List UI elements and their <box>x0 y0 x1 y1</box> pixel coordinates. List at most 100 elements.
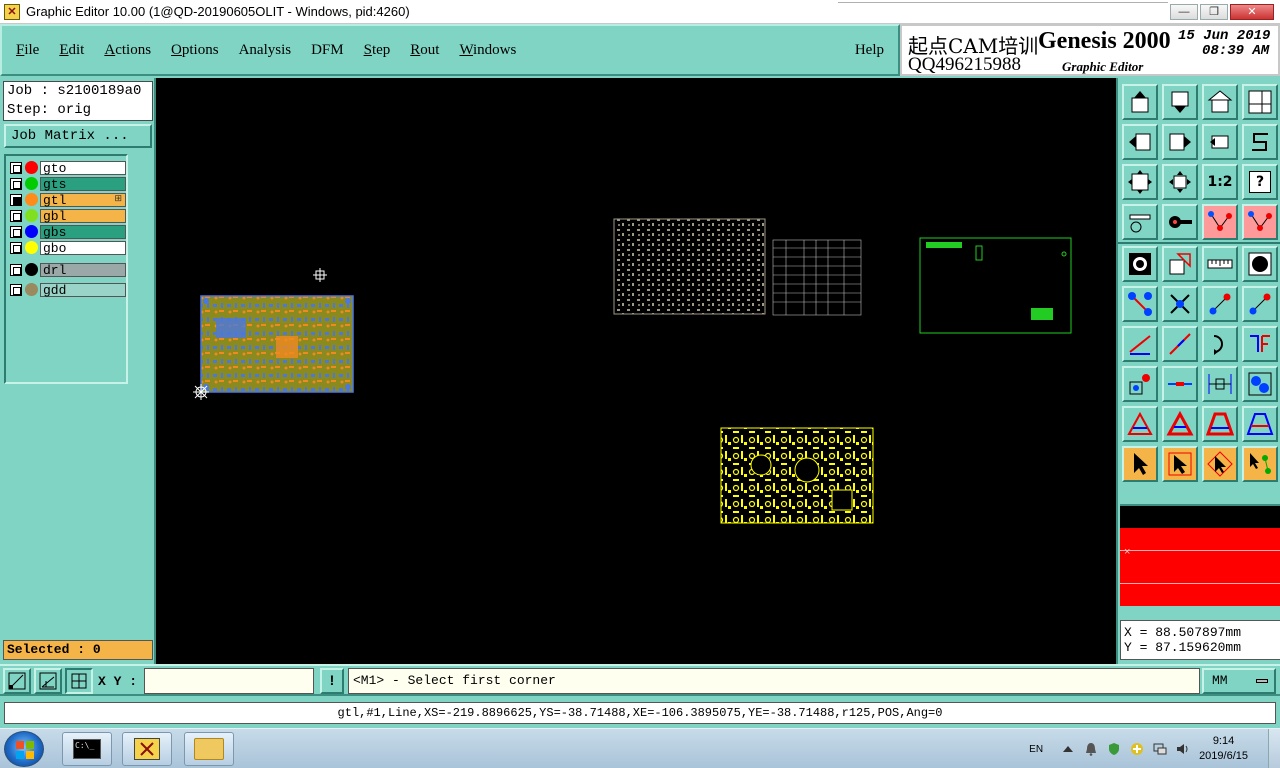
layer-name[interactable]: gtl <box>40 192 126 207</box>
layer-row-gbo[interactable]: gbo <box>8 240 126 255</box>
window-split-button[interactable] <box>1242 84 1278 120</box>
home-button[interactable] <box>1202 84 1238 120</box>
volume-icon[interactable] <box>1176 742 1190 756</box>
menu-help[interactable]: Help <box>855 42 884 59</box>
help-button[interactable]: ? <box>1242 164 1278 200</box>
trapezoid-alt-button[interactable] <box>1242 406 1278 442</box>
layer-row-gbs[interactable]: gbs <box>8 224 126 239</box>
layer-checkbox[interactable] <box>10 241 22 254</box>
layer-checkbox[interactable] <box>10 161 22 174</box>
layer-row-gts[interactable]: gts <box>8 176 126 191</box>
add-pad-button[interactable] <box>1122 366 1158 402</box>
connect-nodes-button[interactable] <box>1122 286 1158 322</box>
menu-step[interactable]: Step <box>364 42 391 59</box>
slash-line-button[interactable] <box>1162 326 1198 362</box>
layer-checkbox[interactable] <box>10 283 22 296</box>
menu-windows[interactable]: Windows <box>459 42 516 59</box>
move-left-button[interactable] <box>1122 124 1158 160</box>
layer-checkbox[interactable] <box>10 177 22 190</box>
line-nodes-alt-button[interactable] <box>1242 286 1278 322</box>
security-shield-icon[interactable] <box>1107 742 1121 756</box>
layer-name[interactable]: gbl <box>40 208 126 223</box>
tool-config-button[interactable] <box>1122 204 1158 240</box>
net-red-alt-button[interactable] <box>1242 204 1278 240</box>
triangle-a-bold-button[interactable] <box>1162 406 1198 442</box>
menu-options[interactable]: Options <box>171 42 219 59</box>
layer-name[interactable]: gto <box>40 160 126 175</box>
language-indicator[interactable]: EN <box>1029 744 1043 755</box>
menu-file[interactable]: File <box>16 42 39 59</box>
command-button[interactable]: ! <box>320 668 344 694</box>
trapezoid-button[interactable] <box>1202 406 1238 442</box>
measure-button[interactable] <box>1202 366 1238 402</box>
select-arrow-button[interactable] <box>1122 446 1158 482</box>
menu-dfm[interactable]: DFM <box>311 42 344 59</box>
snap-grid-button[interactable] <box>65 668 93 694</box>
move-right-icon <box>1166 128 1194 156</box>
layer-name[interactable]: gbo <box>40 240 126 255</box>
snap-corner-button[interactable] <box>3 668 31 694</box>
close-button[interactable]: ✕ <box>1230 4 1274 20</box>
layer-row-gtl[interactable]: gtl ⊞ <box>8 192 126 207</box>
fit-screen-button[interactable] <box>1122 164 1158 200</box>
split-line-button[interactable] <box>1162 366 1198 402</box>
move-right-button[interactable] <box>1162 124 1198 160</box>
layer-row-drl[interactable]: drl <box>8 262 126 277</box>
layer-checkbox[interactable] <box>10 225 22 238</box>
draw-line-button[interactable] <box>1122 326 1158 362</box>
menu-actions[interactable]: Actions <box>104 42 151 59</box>
menu-rout[interactable]: Rout <box>410 42 439 59</box>
layer-checkbox[interactable] <box>10 263 22 276</box>
ruler-button[interactable] <box>1202 246 1238 282</box>
select-arrow-diamond-button[interactable] <box>1202 446 1238 482</box>
taskbar-explorer[interactable] <box>184 732 234 766</box>
snap-angle-button[interactable] <box>34 668 62 694</box>
maximize-button[interactable]: ❐ <box>1200 4 1228 20</box>
menu-analysis[interactable]: Analysis <box>239 42 292 59</box>
command-bar: X Y : ! <M1> - Select first corner MM <box>0 664 1280 694</box>
layer-checkbox[interactable] <box>10 193 22 206</box>
select-net-button[interactable] <box>1242 446 1278 482</box>
taskbar-cmd[interactable]: C:\_ <box>62 732 112 766</box>
move-down-button[interactable] <box>1162 84 1198 120</box>
tray-arrow-icon[interactable] <box>1061 742 1075 756</box>
circle-select-button[interactable] <box>1242 246 1278 282</box>
layer-row-gdd[interactable]: gdd <box>8 282 126 297</box>
delete-x-button[interactable] <box>1162 286 1198 322</box>
swap-button[interactable] <box>1202 124 1238 160</box>
zoom-center-button[interactable] <box>1162 164 1198 200</box>
layer-name[interactable]: gts <box>40 176 126 191</box>
layer-name[interactable]: drl <box>40 262 126 277</box>
network-plus-icon[interactable] <box>1130 742 1144 756</box>
trace-button[interactable] <box>1242 326 1278 362</box>
net-red-button[interactable] <box>1202 204 1238 240</box>
cut-shape-button[interactable] <box>1162 246 1198 282</box>
pad-button[interactable] <box>1122 246 1158 282</box>
notification-bell-icon[interactable] <box>1084 742 1098 756</box>
taskbar-genesis[interactable] <box>122 732 172 766</box>
menu-edit[interactable]: Edit <box>59 42 84 59</box>
show-desktop-button[interactable] <box>1268 729 1280 768</box>
minimize-button[interactable]: — <box>1170 4 1198 20</box>
s-curve-button[interactable] <box>1242 124 1278 160</box>
graphic-canvas[interactable] <box>156 78 1116 664</box>
arc-button[interactable] <box>1202 326 1238 362</box>
layer-name[interactable]: gdd <box>40 282 126 297</box>
move-up-button[interactable] <box>1122 84 1158 120</box>
triangle-a-button[interactable] <box>1122 406 1158 442</box>
layer-checkbox[interactable] <box>10 209 22 222</box>
line-nodes-button[interactable] <box>1202 286 1238 322</box>
taskbar-clock[interactable]: 9:14 2019/6/15 <box>1199 734 1248 764</box>
network-monitor-icon[interactable] <box>1153 742 1167 756</box>
select-arrow-box-button[interactable] <box>1162 446 1198 482</box>
blob-button[interactable] <box>1242 366 1278 402</box>
start-button[interactable] <box>4 731 44 767</box>
probe-button[interactable] <box>1162 204 1198 240</box>
xy-input[interactable] <box>144 668 314 694</box>
layer-row-gbl[interactable]: gbl <box>8 208 126 223</box>
job-matrix-button[interactable]: Job Matrix ... <box>4 124 152 148</box>
ratio-button[interactable]: 1:2 <box>1202 164 1238 200</box>
layer-name[interactable]: gbs <box>40 224 126 239</box>
unit-selector[interactable]: MM <box>1202 668 1276 694</box>
layer-row-gto[interactable]: gto <box>8 160 126 175</box>
